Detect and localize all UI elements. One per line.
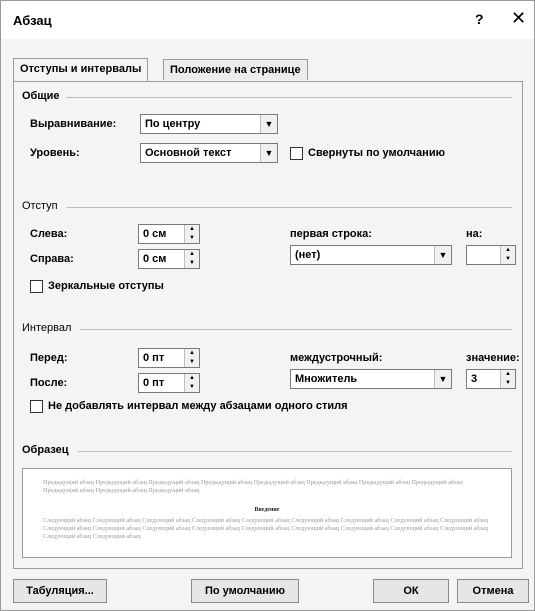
- indent-by-label: на:: [466, 228, 483, 240]
- spinner-arrows-icon[interactable]: ▲ ▼: [184, 349, 199, 367]
- chevron-down-icon[interactable]: ▼: [434, 370, 451, 388]
- tab-indents-spacing[interactable]: Отступы и интервалы: [13, 58, 149, 81]
- indent-heading: Отступ: [22, 200, 58, 212]
- spacing-at-label: значение:: [466, 352, 520, 364]
- spinner-arrows-icon[interactable]: ▲ ▼: [500, 246, 515, 264]
- indent-left-label: Слева:: [30, 228, 68, 240]
- spacing-heading: Интервал: [22, 322, 72, 334]
- preview-heading: Образец: [22, 444, 69, 456]
- first-line-value: (нет): [295, 249, 321, 261]
- dialog-title: Абзац: [13, 13, 52, 28]
- ok-button-label: ОК: [403, 585, 419, 597]
- cancel-button[interactable]: Отмена: [457, 579, 529, 603]
- general-heading: Общие: [22, 90, 60, 102]
- spinner-arrows-icon[interactable]: ▲ ▼: [184, 225, 199, 243]
- collapsed-checkbox[interactable]: [290, 147, 303, 160]
- alignment-value: По центру: [145, 118, 201, 130]
- chevron-down-icon[interactable]: ▼: [260, 115, 277, 133]
- spacing-after-value: 0 пт: [143, 377, 165, 389]
- level-label: Уровень:: [30, 147, 80, 159]
- set-default-button[interactable]: По умолчанию: [191, 579, 299, 603]
- spacing-after-spinner[interactable]: 0 пт ▲ ▼: [138, 373, 200, 393]
- help-icon[interactable]: ?: [475, 11, 484, 27]
- mirror-indents-label: Зеркальные отступы: [48, 280, 164, 292]
- indent-left-spinner[interactable]: 0 см ▲ ▼: [138, 224, 200, 244]
- line-spacing-label: междустрочный:: [290, 352, 383, 364]
- level-value: Основной текст: [145, 147, 232, 159]
- spacing-at-spinner[interactable]: 3 ▲ ▼: [466, 369, 516, 389]
- no-space-same-style-label: Не добавлять интервал между абзацами одн…: [48, 400, 348, 412]
- close-icon[interactable]: ✕: [511, 8, 526, 29]
- set-default-button-label: По умолчанию: [204, 585, 286, 597]
- paragraph-dialog: Абзац ? ✕ Отступы и интервалы Положение …: [0, 0, 535, 611]
- tabs-button[interactable]: Табуляция...: [13, 579, 107, 603]
- indent-right-label: Справа:: [30, 253, 74, 265]
- indent-by-spinner[interactable]: ▲ ▼: [466, 245, 516, 265]
- first-line-label: первая строка:: [290, 228, 372, 240]
- collapsed-label: Свернуты по умолчанию: [308, 147, 445, 159]
- cancel-button-label: Отмена: [472, 585, 514, 597]
- chevron-down-icon[interactable]: ▼: [260, 144, 277, 162]
- chevron-down-icon[interactable]: ▼: [434, 246, 451, 264]
- preview-divider: [78, 451, 512, 452]
- tab-panel: Общие Выравнивание: По центру ▼ Уровень:…: [13, 81, 523, 569]
- first-line-select[interactable]: (нет) ▼: [290, 245, 452, 265]
- alignment-select[interactable]: По центру ▼: [140, 114, 278, 134]
- spacing-before-spinner[interactable]: 0 пт ▲ ▼: [138, 348, 200, 368]
- spacing-after-label: После:: [30, 377, 68, 389]
- indent-right-value: 0 см: [143, 253, 167, 265]
- preview-box: Предыдущий абзац Предыдущий абзац Предыд…: [22, 468, 512, 558]
- ok-button[interactable]: ОК: [373, 579, 449, 603]
- title-bar: Абзац ? ✕: [1, 1, 534, 39]
- general-divider: [66, 97, 512, 98]
- spinner-arrows-icon[interactable]: ▲ ▼: [184, 250, 199, 268]
- line-spacing-value: Множитель: [295, 373, 358, 385]
- preview-previous-paragraph: Предыдущий абзац Предыдущий абзац Предыд…: [43, 479, 463, 494]
- spacing-before-label: Перед:: [30, 352, 68, 364]
- spacing-divider: [80, 329, 512, 330]
- indent-right-spinner[interactable]: 0 см ▲ ▼: [138, 249, 200, 269]
- tab-line-page-breaks[interactable]: Положение на странице: [163, 59, 308, 80]
- indent-divider: [66, 207, 512, 208]
- spacing-before-value: 0 пт: [143, 352, 165, 364]
- spinner-arrows-icon[interactable]: ▲ ▼: [500, 370, 515, 388]
- mirror-indents-checkbox[interactable]: [30, 280, 43, 293]
- spinner-arrows-icon[interactable]: ▲ ▼: [184, 374, 199, 392]
- indent-left-value: 0 см: [143, 228, 167, 240]
- tabs-button-label: Табуляция...: [26, 585, 94, 597]
- line-spacing-select[interactable]: Множитель ▼: [290, 369, 452, 389]
- level-select[interactable]: Основной текст ▼: [140, 143, 278, 163]
- preview-sample-text: Введение: [254, 507, 280, 513]
- spacing-at-value: 3: [471, 373, 478, 385]
- preview-next-paragraph: Следующий абзац Следующий абзац Следующи…: [43, 517, 489, 540]
- no-space-same-style-checkbox[interactable]: [30, 400, 43, 413]
- alignment-label: Выравнивание:: [30, 118, 117, 130]
